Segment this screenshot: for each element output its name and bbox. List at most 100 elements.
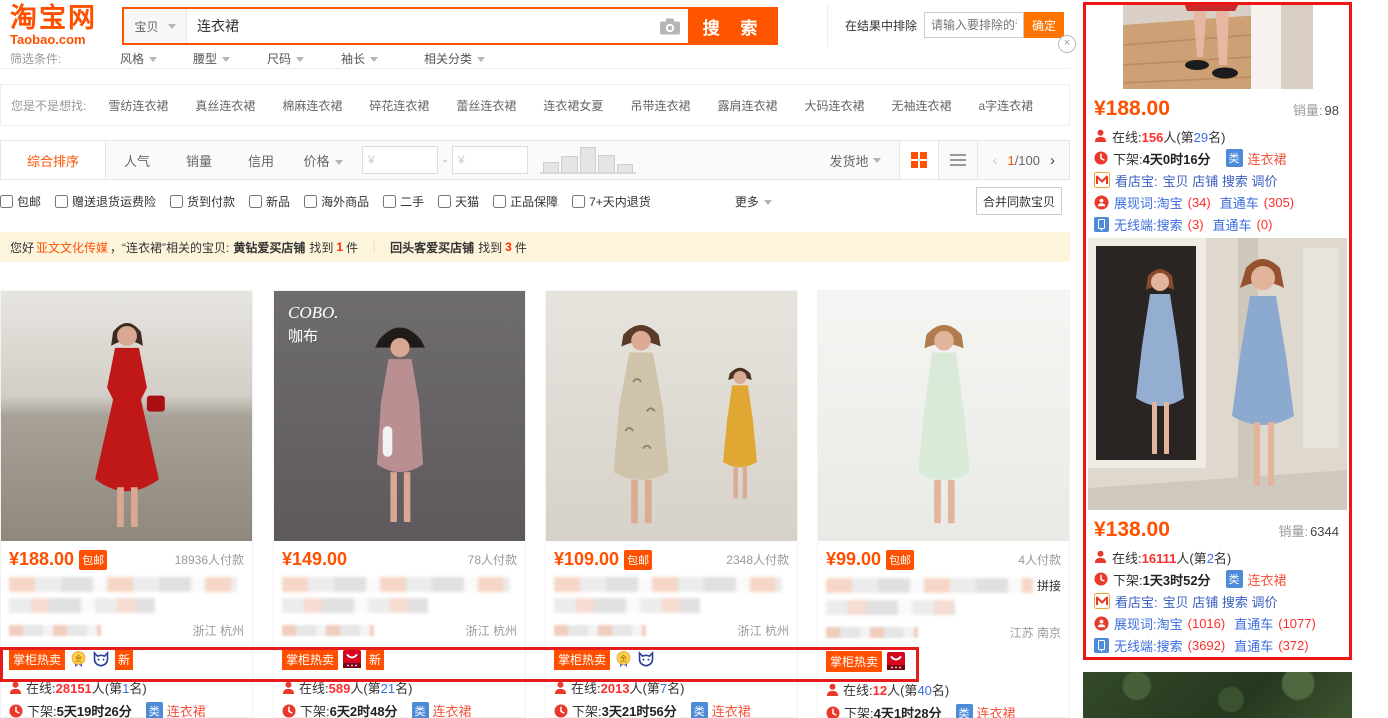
checkbox-secondhand[interactable]: 二手	[383, 193, 424, 210]
price-max-input[interactable]	[468, 152, 522, 168]
checkbox-free-shipping[interactable]: 包邮	[0, 193, 41, 210]
prev-page-icon[interactable]: ‹	[992, 152, 997, 169]
merge-same-items-button[interactable]: 合并同款宝贝	[976, 187, 1062, 215]
hot-sale-badge: 掌柜热卖	[554, 649, 610, 670]
product-title-blurred[interactable]	[274, 570, 525, 621]
product-image[interactable]	[818, 291, 1069, 541]
found-label: 找到	[309, 239, 333, 256]
suggestion-link[interactable]: 露肩连衣裙	[717, 97, 777, 114]
notice-mid: ，“连衣裙”相关的宝贝:	[110, 239, 229, 256]
product-image[interactable]	[546, 291, 797, 541]
filter-waist[interactable]: 腰型	[193, 50, 230, 67]
checkbox-authentic[interactable]: 正品保障	[493, 193, 558, 210]
free-shipping-badge: 包邮	[624, 550, 652, 570]
chevron-down-icon	[873, 158, 881, 163]
product-title-blurred[interactable]	[1, 570, 252, 621]
checkbox-cod[interactable]: 货到付款	[170, 193, 235, 210]
sort-tab-price[interactable]: 价格	[292, 151, 354, 170]
kandianbao-icon	[1094, 593, 1110, 609]
checkbox[interactable]	[493, 195, 506, 208]
price-min-input[interactable]	[378, 152, 432, 168]
taobao-logo[interactable]: 淘宝网 Taobao.com	[10, 5, 118, 47]
suggestion-link[interactable]: 无袖连衣裙	[891, 97, 951, 114]
filter-related-category[interactable]: 相关分类	[424, 50, 485, 67]
suggestion-link[interactable]: 大码连衣裙	[804, 97, 864, 114]
sort-tab-composite[interactable]: 综合排序	[1, 141, 106, 179]
kandianbao-links[interactable]: 宝贝 店铺 搜索 调价	[1163, 171, 1278, 190]
category-link[interactable]: 连衣裙	[1248, 149, 1287, 168]
logo-subtitle: Taobao.com	[10, 32, 118, 47]
suggestion-link[interactable]: 吊带连衣裙	[630, 97, 690, 114]
online-row: 在线:156人(第29名)	[1086, 125, 1349, 147]
category-link[interactable]: 连衣裙	[977, 703, 1016, 718]
category-link[interactable]: 连衣裙	[433, 701, 472, 718]
product-card[interactable]: COBO. 咖布 ¥149.00 78人付款 浙江 杭州 掌柜热卖	[273, 290, 526, 718]
checkbox[interactable]	[249, 195, 262, 208]
sort-tab-credit[interactable]: 信用	[230, 151, 292, 170]
next-page-icon[interactable]: ›	[1050, 152, 1055, 169]
off-shelf-row: 下架:3天21时56分 类 连衣裙	[546, 697, 797, 718]
suggestion-link[interactable]: a字连衣裙	[979, 97, 1034, 114]
next-product-image-partial[interactable]	[1083, 672, 1352, 718]
yellow-dress-photo-placeholder	[701, 361, 779, 511]
chevron-down-icon	[764, 200, 772, 205]
sidebar-product-image[interactable]	[1123, 5, 1313, 89]
filter-sleeve[interactable]: 袖长	[341, 50, 378, 67]
checkbox-return-insurance[interactable]: 赠送退货运费险	[55, 193, 156, 210]
sort-tab-sales[interactable]: 销量	[168, 151, 230, 170]
checkbox[interactable]	[438, 195, 451, 208]
suggestion-link[interactable]: 棉麻连衣裙	[282, 97, 342, 114]
wireless-row: 无线端:搜索(3) 直通车(0)	[1086, 213, 1349, 235]
camera-icon[interactable]	[652, 9, 688, 43]
product-title-blurred[interactable]	[546, 570, 797, 621]
checkbox-overseas[interactable]: 海外商品	[304, 193, 369, 210]
product-image[interactable]	[1, 291, 252, 541]
category-link[interactable]: 连衣裙	[712, 701, 751, 718]
category-link[interactable]: 连衣裙	[167, 701, 206, 718]
ship-from-dropdown[interactable]: 发货地	[829, 151, 881, 170]
impression-row: 展现词:淘宝(34) 直通车(305)	[1086, 191, 1349, 213]
product-card[interactable]: ¥188.00 包邮 18936人付款 浙江 杭州 掌柜热卖 金 新 在线:28…	[0, 290, 253, 718]
product-image[interactable]: COBO. 咖布	[274, 291, 525, 541]
checkbox-7day-return[interactable]: 7+天内退货	[572, 193, 651, 210]
chevron-down-icon	[222, 57, 230, 62]
checkbox[interactable]	[572, 195, 585, 208]
search-input[interactable]	[187, 9, 652, 43]
suggestion-link[interactable]: 蕾丝连衣裙	[456, 97, 516, 114]
suggestion-link[interactable]: 真丝连衣裙	[195, 97, 255, 114]
list-view-button[interactable]	[938, 141, 978, 179]
shop-name-link[interactable]: 亚文文化传媒	[36, 239, 108, 256]
clock-icon	[282, 704, 296, 718]
grid-view-button[interactable]	[899, 141, 938, 179]
checkbox[interactable]	[170, 195, 183, 208]
consumer-protection-fox-icon	[92, 651, 110, 667]
sort-tab-popularity[interactable]: 人气	[106, 151, 168, 170]
price: ¥109.00	[554, 549, 619, 570]
checkbox-tmall[interactable]: 天猫	[438, 193, 479, 210]
kandianbao-links[interactable]: 宝贝 店铺 搜索 调价	[1163, 592, 1278, 611]
product-card[interactable]: ¥99.00 包邮 4人付款 拼接 江苏 南京 掌柜热卖 在线:12人(第40名…	[817, 290, 1070, 718]
checkbox-new-item[interactable]: 新品	[249, 193, 290, 210]
checkbox[interactable]	[304, 195, 317, 208]
suggestion-link[interactable]: 碎花连衣裙	[369, 97, 429, 114]
close-icon[interactable]: ×	[1058, 35, 1076, 53]
sidebar-product-image[interactable]	[1088, 238, 1347, 510]
search-category-dropdown[interactable]: 宝贝	[124, 9, 187, 43]
product-card[interactable]: ¥109.00 包邮 2348人付款 浙江 杭州 掌柜热卖 金 在线:2013人…	[545, 290, 798, 718]
suggestion-link[interactable]: 连衣裙女夏	[543, 97, 603, 114]
checkbox[interactable]	[383, 195, 396, 208]
filter-size[interactable]: 尺码	[267, 50, 304, 67]
suggestion-link[interactable]: 雪纺连衣裙	[108, 97, 168, 114]
search-button[interactable]: 搜 索	[688, 9, 776, 43]
exclude-input[interactable]	[924, 12, 1024, 38]
checkbox[interactable]	[55, 195, 68, 208]
product-title-blurred[interactable]: 拼接	[818, 570, 1069, 623]
price-histogram[interactable]	[540, 146, 636, 174]
checkbox[interactable]	[0, 195, 13, 208]
tmall-cat-icon	[887, 652, 905, 670]
exclude-confirm-button[interactable]: 确定	[1024, 12, 1064, 38]
more-filters-dropdown[interactable]: 更多	[735, 193, 772, 210]
online-row: 在线:589人(第21名)	[274, 674, 525, 697]
category-link[interactable]: 连衣裙	[1248, 570, 1287, 589]
filter-style[interactable]: 风格	[120, 50, 157, 67]
